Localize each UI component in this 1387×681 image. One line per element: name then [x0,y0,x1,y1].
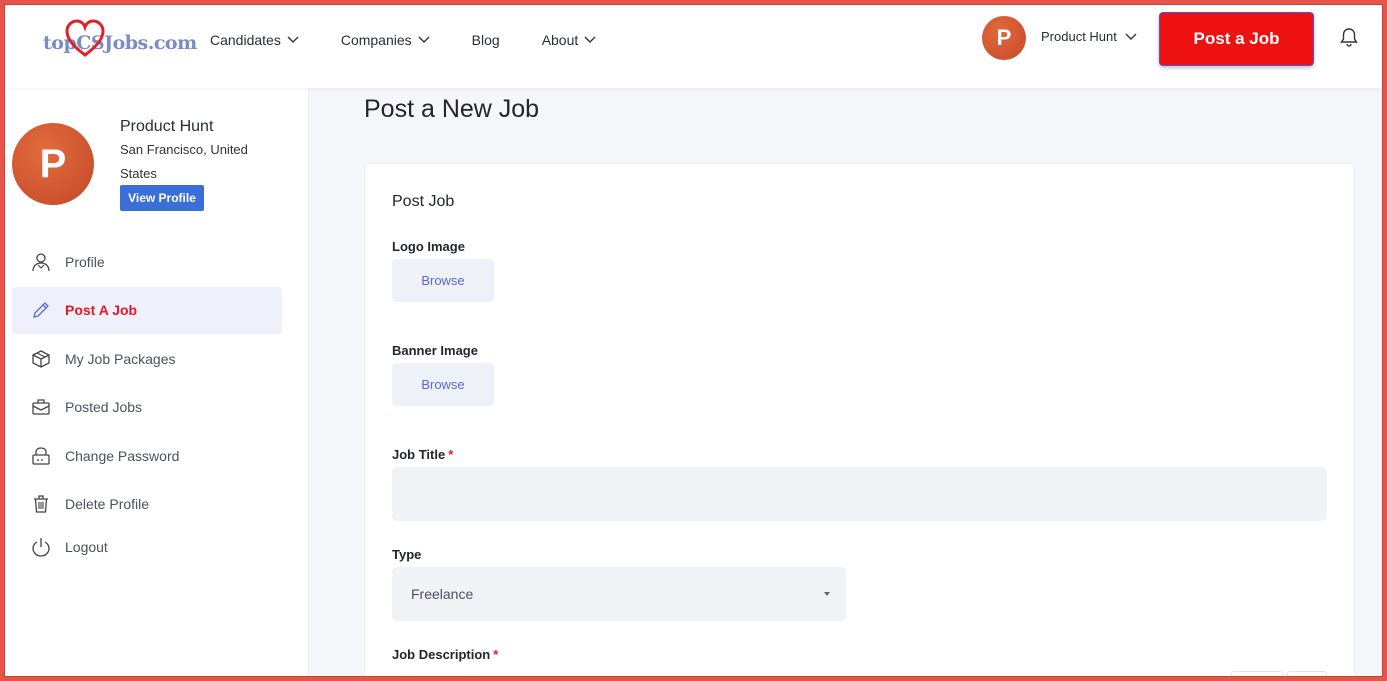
required-marker: * [493,647,499,662]
editor-toolbar-button[interactable] [1231,671,1283,676]
sidebar-item-label: Logout [65,539,108,555]
chevron-down-icon [287,36,299,43]
nav-label: Candidates [210,32,281,48]
power-icon [30,536,52,558]
sidebar-menu: Profile Post A Job My Job Packages Poste… [12,238,282,567]
sidebar-item-label: Change Password [65,447,180,464]
profile-name: Product Hunt [120,118,214,135]
pencil-icon [30,299,52,321]
profile-location: San Francisco, United States [120,142,248,181]
main-nav: Candidates Companies Blog About [210,5,638,75]
required-marker: * [448,447,454,462]
sidebar-item-my-job-packages[interactable]: My Job Packages [12,335,282,382]
account-name: Product Hunt [1041,29,1117,44]
chevron-down-icon [1125,33,1137,40]
sidebar-item-change-password[interactable]: Change Password [12,432,282,479]
chevron-down-icon [584,36,596,43]
sidebar-item-label: Delete Profile [65,496,150,512]
nav-blog[interactable]: Blog [472,32,500,48]
sidebar-item-post-a-job[interactable]: Post A Job [12,286,282,334]
sidebar-item-delete-profile[interactable]: Delete Profile [12,481,282,528]
sidebar-item-profile[interactable]: Profile [12,238,282,285]
type-select[interactable]: Freelance [392,567,846,621]
nav-label: Blog [471,32,500,48]
banner-browse-button[interactable]: Browse [392,363,494,406]
post-job-button[interactable]: Post a Job [1159,12,1314,66]
logo-image-label: Logo Image [392,239,465,254]
page-title: Post a New Job [364,95,540,123]
nav-about[interactable]: About [542,32,597,48]
sidebar-item-label: Posted Jobs [65,399,143,415]
sidebar-item-logout[interactable]: Logout [12,529,282,565]
post-job-form: Post Job Logo Image Browse Banner Image … [364,163,1355,676]
trash-icon [30,493,52,515]
job-title-input[interactable] [392,467,1327,521]
job-description-label-text: Job Description [392,647,491,662]
logo-browse-button[interactable]: Browse [392,259,494,302]
package-icon [30,348,52,370]
lock-icon [30,445,52,467]
type-label: Type [392,547,422,562]
job-title-label-text: Job Title [392,447,446,462]
account-menu[interactable]: Product Hunt [1041,29,1137,44]
sidebar-item-label: Post A Job [65,302,138,318]
job-title-label: Job Title * [392,447,453,462]
sidebar: P Product Hunt San Francisco, United Sta… [5,88,309,676]
sidebar-item-label: Profile [65,253,105,270]
nav-label: About [541,32,579,48]
briefcase-icon [30,396,52,418]
bell-icon[interactable] [1340,27,1358,47]
profile-avatar: P [12,123,94,205]
site-logo[interactable]: topCSJobs.com [43,19,197,63]
caret-down-icon [824,592,830,596]
editor-toolbar-button[interactable] [1287,671,1327,676]
nav-label: Companies [340,32,412,48]
app-window: topCSJobs.com Candidates Companies Blog … [4,4,1383,677]
nav-companies[interactable]: Companies [341,32,430,48]
top-header: topCSJobs.com Candidates Companies Blog … [5,5,1382,88]
user-icon [30,251,52,273]
account-avatar[interactable]: P [982,16,1026,60]
view-profile-button[interactable]: View Profile [120,185,204,211]
type-selected-value: Freelance [411,586,474,602]
nav-candidates[interactable]: Candidates [210,32,299,48]
chevron-down-icon [418,36,430,43]
form-title: Post Job [392,193,455,210]
sidebar-item-label: My Job Packages [65,350,176,367]
sidebar-item-posted-jobs[interactable]: Posted Jobs [12,384,282,431]
banner-image-label: Banner Image [392,343,478,358]
heart-icon [65,19,105,57]
job-description-label: Job Description * [392,647,498,662]
